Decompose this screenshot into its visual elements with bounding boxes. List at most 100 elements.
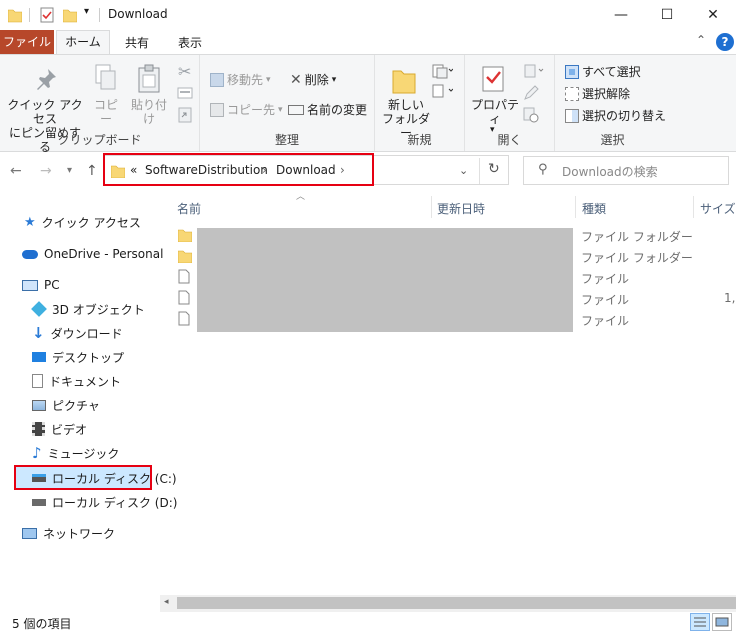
nav-label: ドキュメント	[49, 374, 122, 389]
nav-item-quick-access[interactable]: ★ クイック アクセス	[24, 211, 141, 233]
new-folder-icon[interactable]	[63, 7, 77, 23]
rename-button[interactable]: 名前の変更	[288, 101, 367, 118]
new-group-label: 新規	[407, 133, 432, 147]
maximize-button[interactable]: ☐	[644, 0, 690, 30]
file-type: ファイル フォルダー	[581, 230, 693, 244]
select-none-label: 選択解除	[582, 87, 631, 101]
help-icon[interactable]: ?	[716, 33, 734, 51]
recent-locations-icon[interactable]: ▾	[67, 165, 72, 176]
edit-icon[interactable]	[523, 85, 539, 101]
cut-icon[interactable]: ✂	[178, 62, 191, 81]
select-none-button[interactable]: 選択解除	[565, 85, 630, 102]
window-title: Download	[108, 7, 168, 21]
invert-selection-button[interactable]: 選択の切り替え	[565, 107, 666, 124]
film-icon	[32, 422, 45, 436]
properties-button[interactable]: プロパティ	[467, 98, 523, 126]
copy-to-button[interactable]: コピー先 ▾	[210, 101, 283, 118]
ribbon-tabs: ファイル ホーム 共有 表示 ⌃	[0, 30, 736, 54]
easy-access-icon[interactable]	[431, 83, 453, 99]
scrollbar-thumb[interactable]	[177, 597, 736, 609]
clipboard-group: クイック アクセス にピン留めする コピー 貼り付け ✂ クリップボード	[0, 55, 200, 154]
file-icon	[178, 290, 190, 305]
scroll-left-icon[interactable]: ◂	[164, 597, 169, 607]
nav-item-local-disk-d[interactable]: ローカル ディスク (D:)	[32, 491, 177, 513]
select-group: すべて選択 選択解除 選択の切り替え 選択	[555, 55, 670, 151]
column-header-type[interactable]: 種類	[582, 200, 606, 217]
rename-icon	[288, 104, 304, 115]
refresh-icon[interactable]: ↻	[488, 161, 500, 177]
nav-item-network[interactable]: ネットワーク	[22, 522, 115, 544]
new-item-icon[interactable]	[431, 63, 453, 79]
column-header-name[interactable]: 名前	[177, 200, 201, 217]
column-header-size[interactable]: サイズ	[700, 200, 736, 217]
nav-label: ネットワーク	[43, 526, 116, 541]
details-view-icon	[694, 617, 706, 627]
file-size: 1,7	[724, 291, 736, 305]
history-icon[interactable]	[523, 107, 539, 123]
nav-item-pc[interactable]: PC	[22, 274, 60, 296]
file-type: ファイル	[581, 314, 630, 328]
up-arrow-icon[interactable]: ↑	[86, 163, 98, 179]
copy-button[interactable]: コピー	[90, 98, 122, 126]
address-separator	[479, 158, 480, 184]
column-separator[interactable]	[431, 196, 432, 218]
cube-icon	[31, 301, 47, 317]
address-highlight-box	[103, 153, 374, 186]
copy-to-icon	[210, 102, 224, 117]
collapse-ribbon-icon[interactable]: ⌃	[696, 33, 706, 47]
nav-label: クイック アクセス	[41, 215, 141, 230]
paste-button[interactable]: 貼り付け	[126, 98, 172, 126]
clipboard-group-label: クリップボード	[57, 133, 142, 147]
nav-label: ローカル ディスク (D:)	[52, 495, 178, 510]
new-folder-icon	[392, 70, 416, 94]
nav-item-3d-objects[interactable]: 3D オブジェクト	[31, 298, 145, 320]
nav-item-videos[interactable]: ビデオ	[32, 418, 87, 440]
column-separator[interactable]	[693, 196, 694, 218]
delete-button[interactable]: ✕ 削除 ▾	[290, 71, 336, 88]
open-icon[interactable]	[523, 63, 545, 79]
pin-icon	[37, 69, 56, 90]
move-to-button[interactable]: 移動先 ▾	[210, 71, 271, 88]
item-count: 5 個の項目	[12, 617, 72, 631]
select-all-button[interactable]: すべて選択	[565, 63, 641, 80]
open-group-label: 開く	[497, 133, 522, 147]
nav-item-local-disk-c[interactable]: ローカル ディスク (C:)	[32, 467, 177, 489]
nav-label: デスクトップ	[52, 350, 125, 365]
copy-icon	[95, 64, 116, 90]
properties-icon	[482, 66, 504, 92]
nav-item-onedrive[interactable]: OneDrive - Personal	[22, 243, 163, 265]
back-arrow-icon[interactable]: ←	[10, 163, 22, 179]
organize-group: 移動先 ▾ ✕ 削除 ▾ コピー先 ▾ 名前の変更 整理	[200, 55, 375, 151]
file-type: ファイル	[581, 293, 630, 307]
column-header-modified[interactable]: 更新日時	[437, 200, 485, 217]
address-dropdown-icon[interactable]: ⌄	[459, 164, 468, 177]
select-none-icon	[565, 86, 579, 101]
large-icons-view-button[interactable]	[712, 613, 732, 631]
tab-view[interactable]: 表示	[164, 32, 216, 54]
folder-icon	[8, 9, 22, 23]
star-icon: ★	[24, 214, 36, 230]
pin-label-1: クイック アクセス	[7, 98, 83, 126]
tab-share[interactable]: 共有	[114, 32, 160, 54]
nav-label: 3D オブジェクト	[52, 302, 145, 317]
sort-arrow-icon: ︿	[296, 192, 306, 202]
tab-file[interactable]: ファイル	[0, 30, 54, 54]
nav-item-documents[interactable]: ドキュメント	[32, 370, 121, 392]
nav-item-desktop[interactable]: デスクトップ	[32, 346, 124, 368]
copy-path-icon[interactable]	[177, 87, 193, 99]
new-folder-label-1: 新しい	[387, 98, 424, 112]
properties-icon[interactable]	[40, 7, 54, 23]
nav-item-downloads[interactable]: ↓ ダウンロード	[32, 322, 123, 344]
close-button[interactable]: ✕	[690, 0, 736, 30]
column-separator[interactable]	[575, 196, 576, 218]
nav-item-music[interactable]: ♪ ミュージック	[32, 442, 119, 464]
minimize-button[interactable]: —	[598, 0, 644, 30]
nav-label: ローカル ディスク (C:)	[52, 471, 177, 486]
search-input[interactable]: Downloadの検索	[562, 163, 658, 180]
quick-access-dropdown-icon[interactable]: ▾	[84, 6, 89, 17]
details-view-button[interactable]	[690, 613, 710, 631]
tab-home[interactable]: ホーム	[56, 30, 110, 54]
forward-arrow-icon[interactable]: →	[40, 163, 52, 179]
nav-item-pictures[interactable]: ピクチャ	[32, 394, 100, 416]
paste-shortcut-icon[interactable]	[178, 107, 192, 123]
